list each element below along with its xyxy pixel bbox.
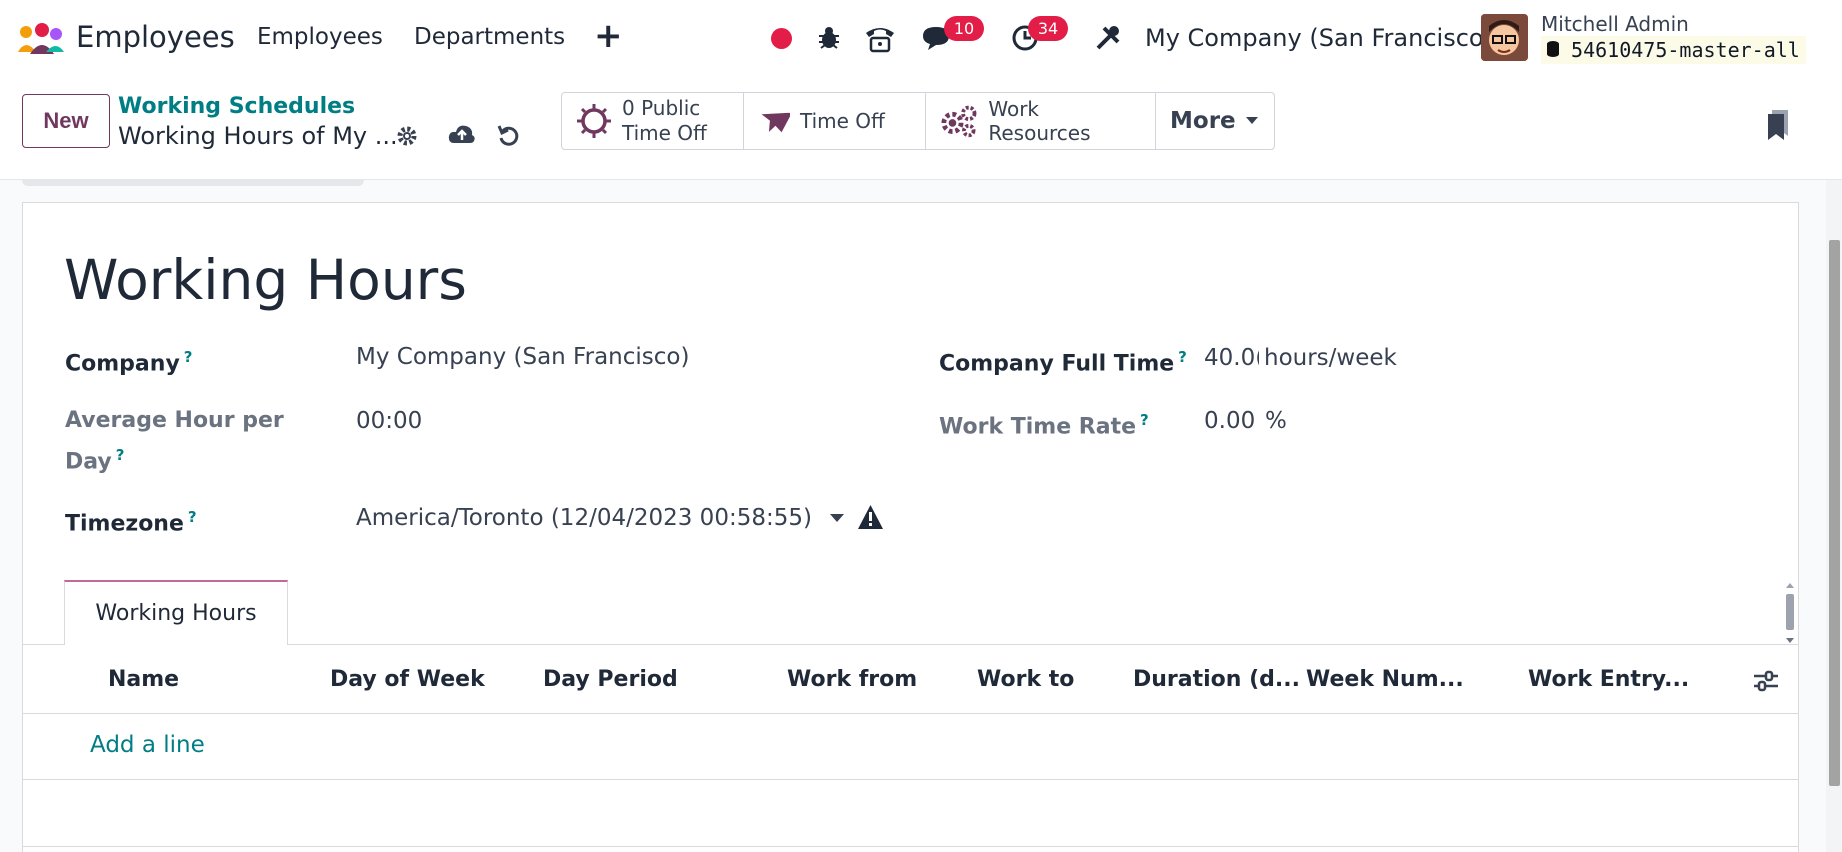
full-time-input[interactable]: 40.0( [1204, 345, 1259, 371]
column-day-period[interactable]: Day Period [543, 667, 678, 692]
app-logo[interactable] [16, 22, 64, 56]
gear-icon[interactable] [393, 122, 421, 150]
work-resources-button[interactable]: Work Resources [926, 93, 1156, 149]
user-name[interactable]: Mitchell Admin [1541, 12, 1689, 36]
record-icon[interactable] [771, 28, 792, 49]
table-footer-divider [22, 846, 1799, 847]
status-bar-shadow [22, 180, 364, 186]
public-time-off-line1: 0 Public [622, 96, 701, 120]
timezone-help-icon[interactable]: ? [188, 508, 197, 526]
tools-icon[interactable] [1090, 18, 1126, 58]
column-work-entry[interactable]: Work Entry... [1528, 667, 1689, 692]
work-time-rate-value: 0.00 [1204, 408, 1256, 434]
caret-down-icon [1245, 117, 1258, 124]
table-row-divider [22, 779, 1799, 780]
work-time-rate-label-text: Work Time Rate [939, 414, 1137, 440]
company-field[interactable]: My Company (San Francisco) [356, 344, 689, 370]
database-name: 54610475-master-all [1541, 36, 1806, 64]
more-label: More [1170, 108, 1236, 134]
full-time-help-icon[interactable]: ? [1178, 348, 1187, 366]
timezone-label: Timezone? [65, 500, 197, 541]
company-label: Company? [65, 340, 192, 381]
column-settings-icon[interactable] [1752, 669, 1780, 693]
notebook-tabs-border [22, 644, 1799, 645]
database-icon [1547, 41, 1559, 57]
messages-badge: 10 [944, 16, 984, 41]
menu-employees[interactable]: Employees [257, 24, 383, 50]
column-work-from[interactable]: Work from [787, 667, 917, 692]
smart-buttons: 0 Public Time Off Time Off Work Resource… [561, 92, 1275, 150]
avg-hour-help-icon[interactable]: ? [116, 446, 125, 464]
database-label: 54610475-master-all [1571, 38, 1800, 62]
avatar[interactable] [1481, 14, 1528, 61]
avg-hour-label-line1: Average Hour per [65, 408, 284, 433]
more-button[interactable]: More [1156, 93, 1274, 149]
company-label-text: Company [65, 351, 180, 377]
app-name[interactable]: Employees [76, 20, 235, 54]
time-off-label: Time Off [800, 109, 885, 133]
page-scroll-thumb[interactable] [1829, 240, 1840, 786]
breadcrumb-current: Working Hours of My ... [118, 122, 398, 150]
work-resources-label: Work Resources [988, 97, 1091, 145]
avg-hour-label: Average Hour per Day? [65, 403, 284, 479]
column-work-to[interactable]: Work to [977, 667, 1074, 692]
timezone-select[interactable]: America/Toronto (12/04/2023 00:58:55) [356, 505, 812, 531]
warning-icon [858, 505, 883, 529]
work-time-rate-help-icon[interactable]: ? [1140, 411, 1149, 429]
plane-icon [761, 112, 790, 133]
full-time-label: Company Full Time? [939, 340, 1187, 381]
page-title[interactable]: Working Hours [64, 248, 467, 312]
phone-icon[interactable] [862, 18, 898, 58]
work-time-rate-unit: % [1265, 408, 1287, 434]
add-line-link[interactable]: Add a line [90, 732, 205, 758]
company-switcher[interactable]: My Company (San Francisco) [1145, 24, 1493, 52]
time-off-button[interactable]: Time Off [744, 93, 926, 149]
avg-hour-value: 00:00 [356, 408, 423, 434]
control-panel: New Working Schedules Working Hours of M… [0, 78, 1842, 180]
public-time-off-button[interactable]: 0 Public Time Off [562, 93, 744, 149]
public-time-off-line2: Time Off [622, 121, 707, 145]
sun-icon [577, 104, 611, 138]
plus-icon[interactable]: + [594, 16, 623, 56]
column-name[interactable]: Name [108, 667, 179, 692]
full-time-label-text: Company Full Time [939, 351, 1175, 377]
breadcrumb-working-schedules[interactable]: Working Schedules [118, 94, 355, 119]
new-button[interactable]: New [22, 94, 110, 148]
timezone-caret-icon[interactable] [830, 514, 844, 522]
timezone-label-text: Timezone [65, 511, 184, 537]
company-help-icon[interactable]: ? [184, 348, 193, 366]
column-week-number[interactable]: Week Num... [1306, 667, 1464, 692]
table-header-divider [22, 713, 1799, 714]
bug-icon[interactable] [811, 18, 847, 58]
undo-icon[interactable] [495, 122, 523, 150]
menu-departments[interactable]: Departments [414, 24, 565, 50]
column-day-of-week[interactable]: Day of Week [330, 667, 485, 692]
avg-hour-label-line2: Day [65, 449, 112, 475]
activities-badge: 34 [1028, 16, 1068, 41]
full-time-unit: hours/week [1264, 345, 1397, 371]
top-navbar: Employees Employees Departments + 10 34 … [0, 0, 1842, 78]
tab-scrollbar[interactable] [1784, 582, 1796, 644]
tab-working-hours[interactable]: Working Hours [64, 580, 288, 645]
column-duration[interactable]: Duration (d... [1133, 667, 1300, 692]
gears-icon [941, 105, 977, 138]
cloud-upload-icon[interactable] [448, 120, 476, 148]
bookmark-icon[interactable] [1766, 108, 1790, 140]
work-time-rate-label: Work Time Rate? [939, 403, 1149, 444]
